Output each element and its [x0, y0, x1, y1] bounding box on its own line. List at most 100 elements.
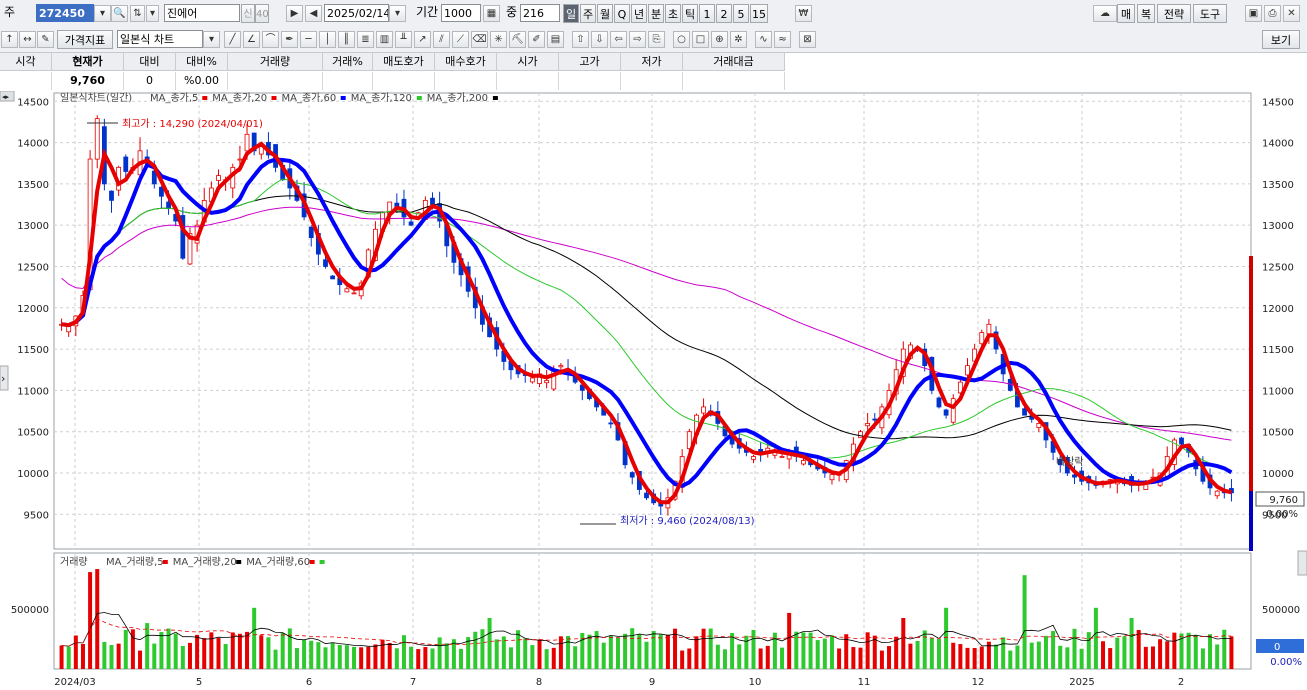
arrow-up-icon[interactable]: ↑ — [1, 31, 18, 48]
close-icon[interactable]: ✕ — [1283, 5, 1300, 22]
candle-body — [1179, 437, 1184, 445]
wave2-icon[interactable]: ≈ — [774, 31, 791, 48]
volume-bar — [879, 650, 884, 669]
candle-body — [986, 323, 992, 335]
arrows-lr-icon[interactable]: ↔ — [19, 31, 36, 48]
zoom-icon[interactable]: ⊕ — [711, 31, 728, 48]
x-tick-label: 11 — [858, 677, 871, 687]
interval-5-button[interactable]: 분 — [648, 4, 664, 23]
eraser-icon[interactable]: ⌫ — [471, 31, 488, 48]
right-button-0[interactable]: 매 — [1117, 4, 1135, 23]
sort-icon[interactable]: ⇅ — [130, 5, 145, 22]
bars-icon[interactable]: ║ — [338, 31, 355, 48]
interval-2-button[interactable]: 월 — [597, 4, 613, 23]
right-button-1[interactable]: 복 — [1137, 4, 1155, 23]
note-icon[interactable]: ✐ — [528, 31, 545, 48]
price-index-button[interactable]: 가격지표 — [57, 30, 113, 49]
cursor-icon[interactable]: ✲ — [730, 31, 747, 48]
candle-body — [308, 226, 314, 238]
down-icon[interactable]: ⇩ — [591, 31, 608, 48]
mode-label: 주 — [4, 5, 16, 19]
hline-icon[interactable]: ─ — [300, 31, 317, 48]
interval-8-button[interactable]: 1 — [699, 4, 715, 23]
print-icon[interactable]: ⎙ — [1264, 5, 1281, 22]
col-value-11 — [683, 72, 785, 90]
volume-bar — [380, 639, 385, 669]
date-dropdown-icon[interactable]: ▾ — [389, 5, 406, 22]
interval-10-button[interactable]: 5 — [733, 4, 749, 23]
interval-7-button[interactable]: 틱 — [682, 4, 698, 23]
trend-icon[interactable]: ↗ — [414, 31, 431, 48]
line-icon[interactable]: ╱ — [224, 31, 241, 48]
parallel-icon[interactable]: ⫽ — [433, 31, 450, 48]
cloud-icon[interactable]: ☁ — [1093, 5, 1117, 22]
arc-icon[interactable]: ⌒ — [262, 31, 279, 48]
play-forward-icon[interactable]: ▶ — [286, 5, 303, 22]
col-header-0: 시각 — [0, 53, 52, 71]
right-button-2[interactable]: 전략 — [1157, 4, 1191, 23]
volume-bar — [1129, 618, 1134, 669]
chart-type-select[interactable]: 일본식 차트 — [117, 30, 203, 48]
wave1-icon[interactable]: ∿ — [755, 31, 772, 48]
up-icon[interactable]: ⇧ — [572, 31, 589, 48]
interval-3-button[interactable]: Q — [614, 4, 630, 23]
play-back-icon[interactable]: ◀ — [305, 5, 322, 22]
search-icon[interactable]: 🔍 — [111, 5, 128, 22]
chart-icon[interactable]: ╨ — [395, 31, 412, 48]
interval-0-button[interactable]: 일 — [563, 4, 579, 23]
volume-bar — [109, 645, 114, 669]
volume-legend-swatch-0 — [162, 560, 168, 564]
candle-body — [1214, 490, 1220, 497]
volume-bar — [416, 649, 421, 669]
volume-bar — [266, 637, 271, 669]
sort-dropdown-icon[interactable]: ▾ — [146, 5, 159, 22]
brush-icon[interactable]: ⟋ — [452, 31, 469, 48]
interval-4-button[interactable]: 년 — [631, 4, 647, 23]
volume-bar — [1108, 648, 1113, 669]
period-input[interactable]: 1000 — [441, 4, 481, 22]
candle-body — [344, 288, 350, 293]
interval-6-button[interactable]: 초 — [665, 4, 681, 23]
stock-code-input[interactable]: 272450 — [36, 4, 94, 22]
stock-name-field[interactable]: 진에어 — [164, 4, 240, 22]
interval-9-button[interactable]: 2 — [716, 4, 732, 23]
save-icon[interactable]: ▣ — [1245, 5, 1262, 22]
pen-icon[interactable]: ✒ — [281, 31, 298, 48]
interval-11-button[interactable]: 15 — [750, 4, 768, 23]
wave-icon[interactable]: ₩ — [795, 5, 812, 22]
table-icon[interactable]: ▤ — [547, 31, 564, 48]
candle-body — [94, 118, 100, 160]
edit-icon[interactable]: ✎ — [37, 31, 54, 48]
paint-icon[interactable]: ⛏ — [509, 31, 526, 48]
left-icon[interactable]: ⇦ — [610, 31, 627, 48]
code-dropdown-icon[interactable]: ▾ — [94, 5, 111, 22]
date-input[interactable]: 2025/02/14 — [324, 4, 389, 22]
chart-type-dropdown-icon[interactable]: ▾ — [203, 31, 220, 48]
view-button[interactable]: 보기 — [1262, 30, 1300, 49]
circle-icon[interactable]: ○ — [673, 31, 690, 48]
bar-icon[interactable]: ▥ — [376, 31, 393, 48]
square-icon[interactable]: □ — [692, 31, 709, 48]
num-button[interactable]: 40 — [255, 4, 269, 23]
center-input[interactable]: 216 — [520, 4, 560, 22]
delete-icon[interactable]: ⊠ — [799, 31, 816, 48]
volume-legend-0: MA_거래량,5 — [106, 556, 164, 568]
right-icon[interactable]: ⇨ — [629, 31, 646, 48]
col-value-3: %0.00 — [176, 72, 228, 90]
y-tick-left: 14500 — [17, 97, 49, 108]
grid-icon[interactable]: ▦ — [483, 5, 500, 22]
volume-bar — [858, 647, 863, 669]
candlestick-chart[interactable]: ◂▸›9500 950010000 1000010500 1050011000 1100… — [0, 90, 1307, 688]
shin-button[interactable]: 신 — [241, 4, 255, 23]
angle-icon[interactable]: ∠ — [243, 31, 260, 48]
col-header-5: 거래% — [323, 53, 373, 71]
legend-swatch-2 — [340, 96, 346, 100]
right-button-3[interactable]: 도구 — [1193, 4, 1227, 23]
col-value-10 — [621, 72, 683, 90]
magic-icon[interactable]: ✳ — [490, 31, 507, 48]
volume-bar — [523, 638, 528, 669]
list-icon[interactable]: ≣ — [357, 31, 374, 48]
page-icon[interactable]: ⎘ — [648, 31, 665, 48]
vline-icon[interactable]: │ — [319, 31, 336, 48]
interval-1-button[interactable]: 주 — [580, 4, 596, 23]
